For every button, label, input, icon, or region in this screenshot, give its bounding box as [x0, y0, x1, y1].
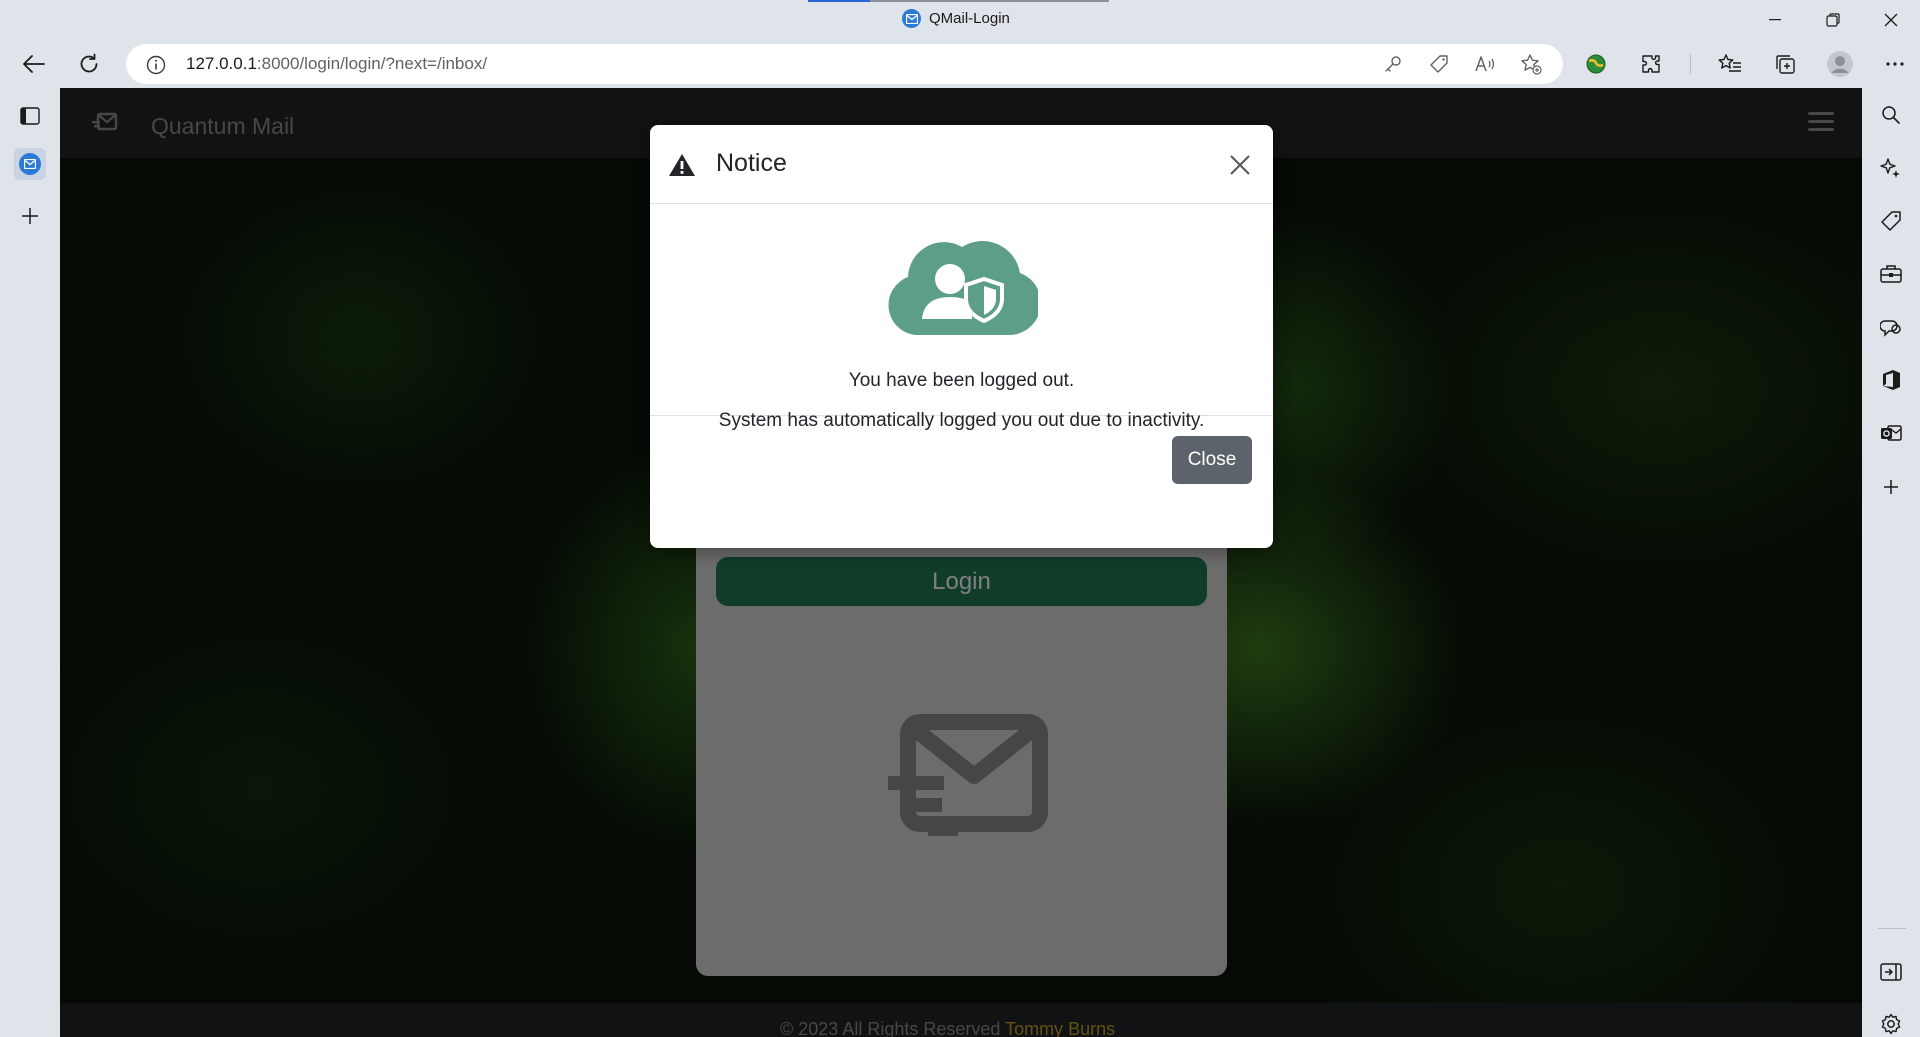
add-icon[interactable]: [1875, 471, 1907, 503]
settings-icon[interactable]: [1875, 1008, 1907, 1037]
url-text[interactable]: 127.0.0.1:8000/login/login/?next=/inbox/: [186, 54, 487, 74]
modal-header: Notice: [650, 125, 1273, 204]
window-title: QMail-Login: [902, 9, 1010, 28]
hide-sidebar-icon[interactable]: [1875, 956, 1907, 988]
info-icon[interactable]: [146, 55, 166, 80]
close-window-button[interactable]: [1862, 0, 1920, 40]
tab-strip-indicator: [808, 0, 1109, 2]
modal-title: Notice: [716, 149, 787, 177]
address-bar[interactable]: 127.0.0.1:8000/login/login/?next=/inbox/: [126, 44, 1563, 84]
copilot-icon[interactable]: [1875, 152, 1907, 184]
restore-button[interactable]: [1804, 0, 1862, 40]
cloud-user-shield-icon: [884, 229, 1041, 342]
logout-message: You have been logged out.: [848, 370, 1075, 391]
vertical-tabs-bar: [0, 88, 60, 1037]
warning-icon: [668, 153, 696, 182]
office-icon[interactable]: [1875, 364, 1907, 396]
close-icon[interactable]: [1226, 151, 1254, 179]
extension-globe-icon[interactable]: [1580, 48, 1612, 80]
edge-sidebar: [1862, 88, 1920, 1037]
qmail-favicon-icon: [902, 9, 921, 28]
favorite-add-icon[interactable]: [1519, 52, 1543, 76]
browser-toolbar: 127.0.0.1:8000/login/login/?next=/inbox/: [0, 40, 1920, 88]
tag-icon[interactable]: [1427, 52, 1451, 76]
modal-body: You have been logged out. System has aut…: [650, 205, 1273, 431]
back-icon[interactable]: [18, 48, 50, 80]
web-content: Quantum Mail Login © 2023 All Rights Res…: [60, 88, 1862, 1037]
qmail-tab-icon[interactable]: [14, 148, 46, 180]
read-aloud-icon[interactable]: [1473, 52, 1497, 76]
url-path: :8000/login/login/?next=/inbox/: [256, 54, 488, 73]
new-tab-icon[interactable]: [14, 200, 46, 232]
minimize-button[interactable]: [1746, 0, 1804, 40]
modal-footer: Close: [650, 416, 1273, 548]
toolbar-separator: [1690, 54, 1691, 74]
games-icon[interactable]: [1875, 311, 1907, 343]
key-icon[interactable]: [1381, 52, 1405, 76]
close-button[interactable]: Close: [1172, 436, 1252, 484]
notice-modal: Notice You have been logged out. System …: [650, 125, 1273, 548]
refresh-icon[interactable]: [73, 48, 105, 80]
favorites-icon[interactable]: [1714, 48, 1746, 80]
window-title-text: QMail-Login: [929, 10, 1010, 27]
qmail-tab-favicon-icon: [19, 153, 41, 175]
tools-icon[interactable]: [1875, 258, 1907, 290]
sidebar-separator: [1878, 928, 1906, 929]
profile-avatar[interactable]: [1824, 48, 1856, 80]
extensions-icon[interactable]: [1635, 48, 1667, 80]
collections-icon[interactable]: [1769, 48, 1801, 80]
search-icon[interactable]: [1875, 99, 1907, 131]
more-icon[interactable]: [1879, 48, 1911, 80]
url-host: 127.0.0.1: [186, 54, 257, 73]
tab-actions-icon[interactable]: [14, 100, 46, 132]
outlook-icon[interactable]: [1875, 417, 1907, 449]
window-titlebar: QMail-Login: [0, 0, 1920, 40]
shopping-icon[interactable]: [1875, 205, 1907, 237]
